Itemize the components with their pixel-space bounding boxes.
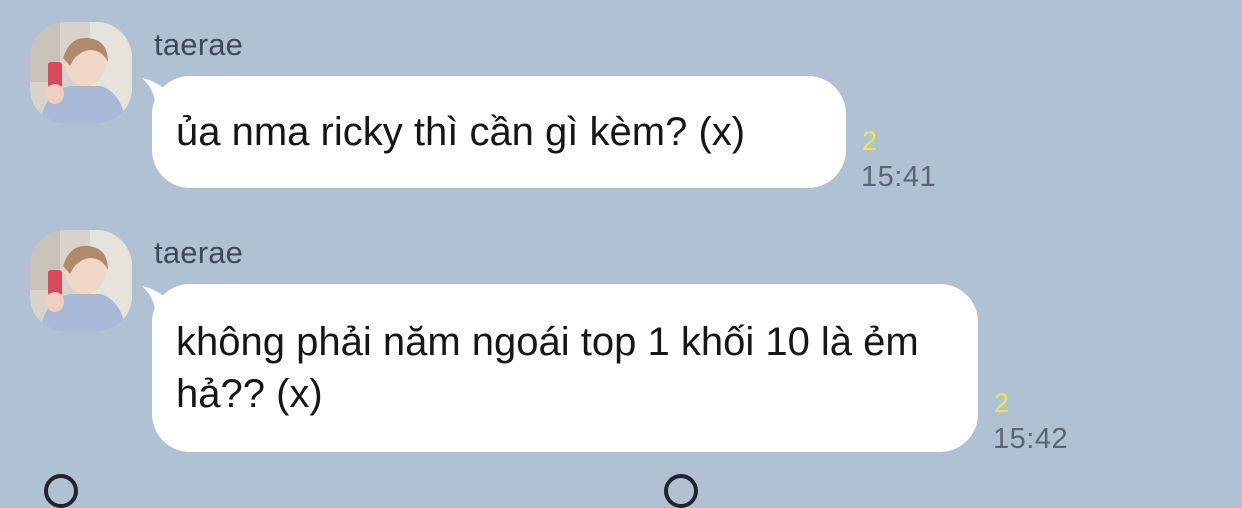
avatar-photo-icon <box>30 22 132 124</box>
avatar-photo-icon <box>30 230 132 332</box>
message-row: taerae ủa nma ricky thì cần gì kèm? (x) … <box>0 0 1242 210</box>
unread-count: 2 <box>994 388 1010 418</box>
unread-count: 2 <box>862 126 878 156</box>
partial-avatar-icon <box>44 474 78 508</box>
message-bubble[interactable]: không phải năm ngoái top 1 khối 10 là ẻm… <box>142 284 978 452</box>
message-bubble[interactable]: ủa nma ricky thì cần gì kèm? (x) <box>142 76 846 188</box>
message-time: 15:41 <box>861 161 937 193</box>
sender-name: taerae <box>154 235 244 270</box>
sender-name: taerae <box>154 27 244 62</box>
message-time: 15:42 <box>993 423 1069 455</box>
message-text: không phải năm ngoái top 1 khối 10 là ẻm… <box>176 320 919 416</box>
avatar[interactable] <box>30 22 132 124</box>
partial-avatar-icon <box>664 474 698 508</box>
avatar[interactable] <box>30 230 132 332</box>
message-text: ủa nma ricky thì cần gì kèm? (x) <box>176 110 746 154</box>
message-row: taerae không phải năm ngoái top 1 khối 1… <box>0 210 1242 460</box>
